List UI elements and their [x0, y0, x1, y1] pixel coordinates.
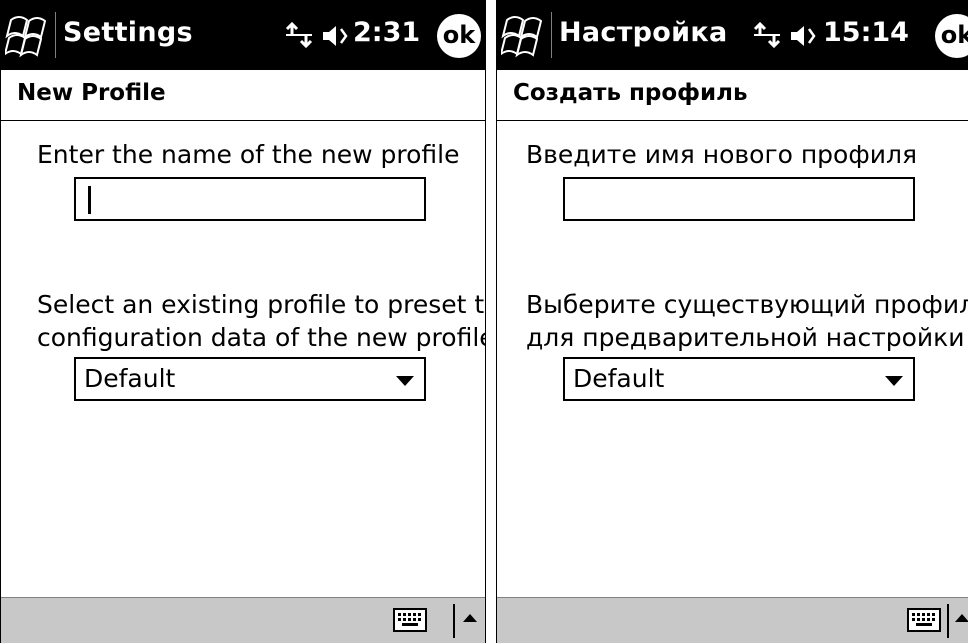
sip-arrow-up-icon[interactable] — [463, 614, 477, 622]
sip-divider — [453, 604, 455, 638]
page-title: Создать профиль — [513, 80, 748, 106]
chevron-down-icon[interactable] — [396, 376, 414, 386]
windows-flag-icon[interactable] — [501, 12, 547, 60]
menu-bar — [497, 597, 968, 643]
page-header: Создать профиль — [497, 70, 968, 121]
name-prompt-label: Enter the name of the new profile — [37, 140, 460, 169]
menu-bar — [1, 597, 485, 643]
title-divider — [551, 12, 552, 58]
title-bar: Settings 2:31 ok — [1, 0, 485, 70]
speaker-icon[interactable] — [321, 23, 351, 49]
keyboard-icon[interactable] — [393, 608, 427, 632]
profile-name-input[interactable] — [563, 177, 915, 221]
title-bar: Настройка 15:14 ok — [497, 0, 968, 70]
clock[interactable]: 2:31 — [353, 17, 420, 48]
dropdown-selected-value: Default — [573, 364, 665, 393]
dropdown-selected-value: Default — [84, 364, 176, 393]
app-title: Настройка — [559, 17, 728, 48]
clock[interactable]: 15:14 — [823, 17, 909, 48]
preset-prompt-line1: Select an existing profile to preset the — [37, 290, 486, 319]
ok-button[interactable]: ok — [437, 14, 481, 58]
preset-profile-dropdown[interactable]: Default — [74, 357, 426, 401]
preset-profile-dropdown[interactable]: Default — [563, 357, 915, 401]
sip-arrow-up-icon[interactable] — [955, 614, 968, 622]
preset-prompt-line1: Выберите существующий профиль — [526, 290, 968, 319]
keyboard-icon[interactable] — [907, 608, 941, 632]
connectivity-arrows-icon[interactable] — [752, 22, 782, 48]
windows-flag-icon[interactable] — [5, 12, 51, 60]
text-caret — [88, 186, 91, 214]
profile-name-input[interactable] — [74, 177, 426, 221]
preset-prompt-line2: для предварительной настройки — [526, 323, 965, 352]
app-title: Settings — [63, 17, 193, 48]
speaker-icon[interactable] — [789, 23, 819, 49]
sip-divider — [947, 604, 949, 638]
preset-prompt-line2: configuration data of the new profile — [37, 323, 486, 352]
screen-russian: Настройка 15:14 ok Создать профиль Введи… — [496, 0, 968, 643]
chevron-down-icon[interactable] — [885, 376, 903, 386]
screen-english: Settings 2:31 ok New Profile Enter the n… — [0, 0, 486, 643]
title-divider — [55, 12, 56, 58]
page-header: New Profile — [1, 70, 485, 121]
page-title: New Profile — [17, 80, 166, 106]
ok-button[interactable]: ok — [935, 14, 968, 58]
name-prompt-label: Введите имя нового профиля — [526, 140, 917, 169]
connectivity-arrows-icon[interactable] — [284, 22, 314, 48]
